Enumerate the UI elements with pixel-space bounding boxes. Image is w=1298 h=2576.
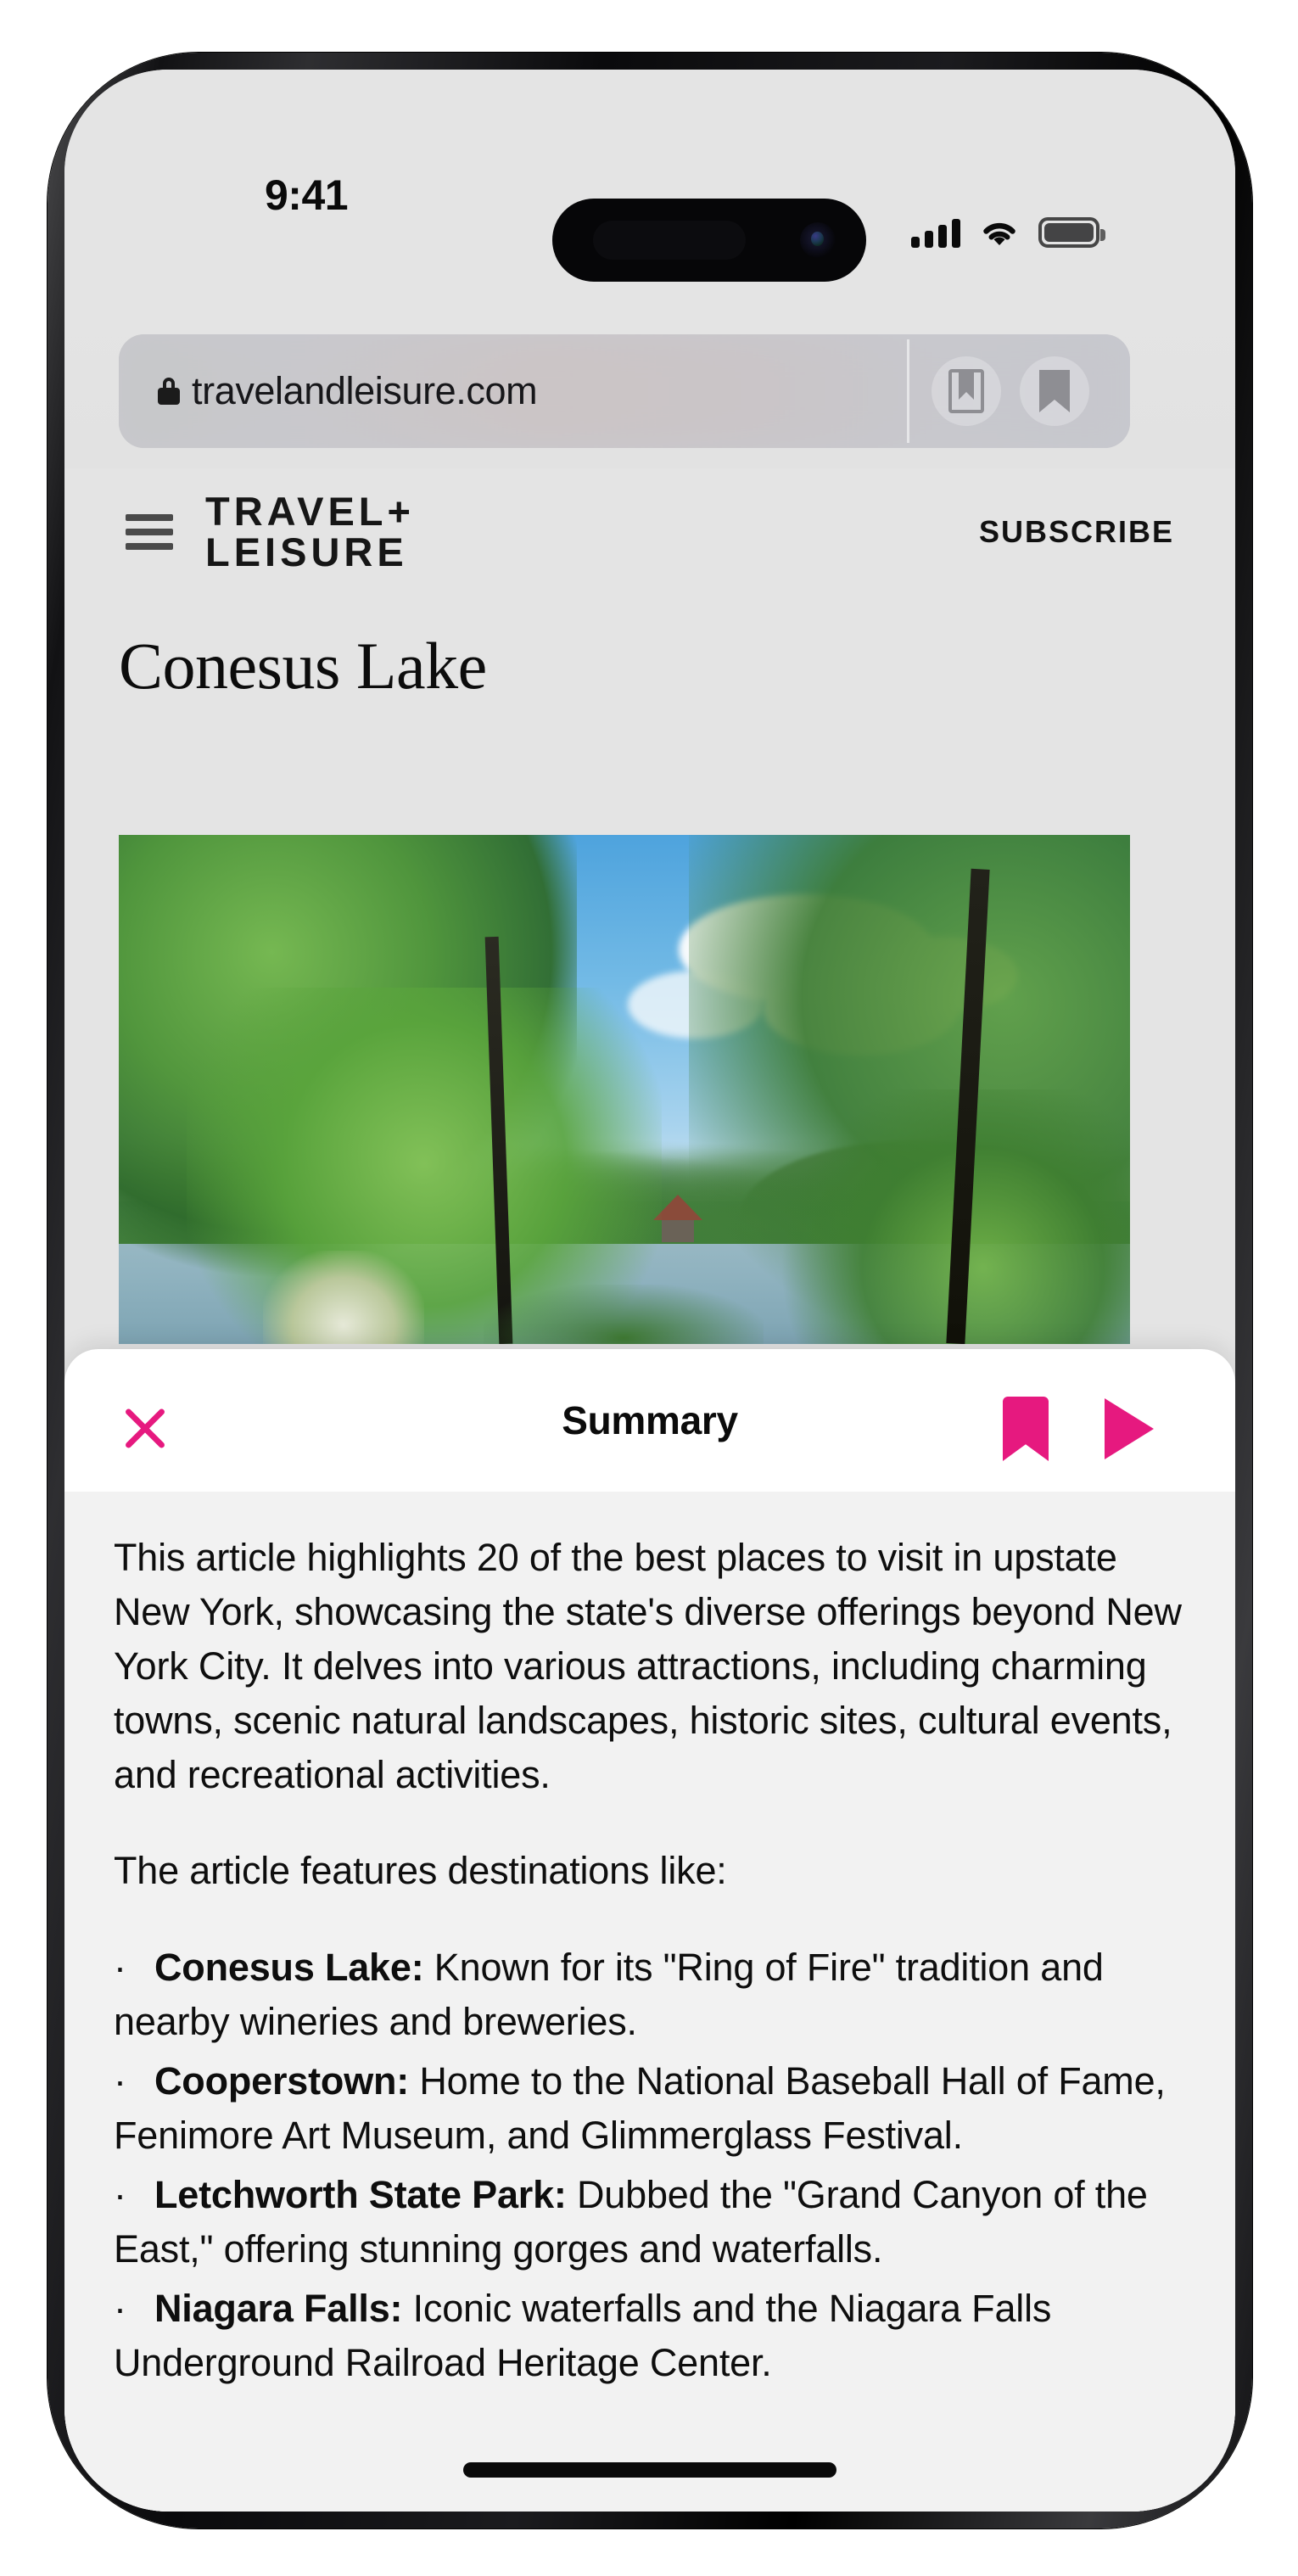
reader-view-button[interactable] [932,356,1001,426]
home-indicator[interactable] [463,2462,836,2478]
summary-bullet-list: · Conesus Lake: Known for its "Ring of Fi… [114,1940,1186,2389]
bookmarks-button[interactable] [1020,356,1089,426]
summary-paragraph-2: The article features destinations like: [114,1849,727,1893]
status-time: 9:41 [265,171,349,219]
page-title: Conesus Lake [119,629,487,703]
brand-line-1: TRAVEL+ [205,489,415,535]
bullet-marker: · [114,2286,126,2330]
status-indicators [911,217,1105,248]
subscribe-button[interactable]: SUBSCRIBE [979,514,1174,550]
bullet-term: Cooperstown: [154,2059,410,2103]
screenshot-canvas: 9:41 travelandleisure.com TRAVEL+ LEISUR… [0,0,1298,2576]
list-item: · Niagara Falls: Iconic waterfalls and th… [114,2282,1186,2390]
status-bar: 9:41 [64,70,1235,282]
bookmarks-icon [1039,370,1070,412]
phone-device-frame: 9:41 travelandleisure.com TRAVEL+ LEISUR… [48,53,1252,2528]
brand-line-2: LEISURE [205,529,408,574]
bullet-marker: · [114,2172,126,2216]
bullet-term: Niagara Falls: [154,2286,403,2330]
summary-sheet-header: Summary [64,1349,1235,1492]
foreground-grass [263,1251,424,1344]
hero-image [119,835,1130,1344]
foreground-bush [484,1285,764,1344]
list-item: · Letchworth State Park: Dubbed the "Gran… [114,2168,1186,2276]
site-header: TRAVEL+ LEISURE SUBSCRIBE [64,468,1235,596]
play-icon[interactable] [1105,1398,1154,1459]
dynamic-island [552,199,866,282]
cellular-signal-icon [911,219,960,248]
bullet-term: Letchworth State Park: [154,2172,567,2216]
list-item: · Conesus Lake: Known for its "Ring of Fi… [114,1940,1186,2049]
wifi-icon [981,219,1018,248]
bullet-term: Conesus Lake: [154,1946,424,1990]
site-logo[interactable]: TRAVEL+ LEISURE [205,491,415,573]
bullet-marker: · [114,2059,126,2103]
summary-sheet: Summary This article highlights 20 of th… [64,1349,1235,2512]
battery-icon [1038,217,1105,248]
hamburger-menu-icon[interactable] [126,507,173,557]
summary-sheet-body[interactable]: This article highlights 20 of the best p… [64,1492,1235,2512]
summary-sheet-title: Summary [562,1398,738,1442]
front-camera-icon [800,222,836,258]
reader-view-icon [948,369,984,413]
list-item: · Cooperstown: Home to the National Baseb… [114,2054,1186,2163]
address-bar-divider [907,339,909,443]
lock-icon [158,378,180,405]
url-text: travelandleisure.com [192,369,538,412]
phone-screen: 9:41 travelandleisure.com TRAVEL+ LEISUR… [64,70,1235,2512]
address-bar[interactable]: travelandleisure.com [119,334,1130,448]
bullet-marker: · [114,1946,126,1990]
summary-paragraph-1: This article highlights 20 of the best p… [114,1536,1182,1796]
earpiece-speaker-icon [593,221,746,260]
bookmark-icon[interactable] [1003,1397,1049,1461]
